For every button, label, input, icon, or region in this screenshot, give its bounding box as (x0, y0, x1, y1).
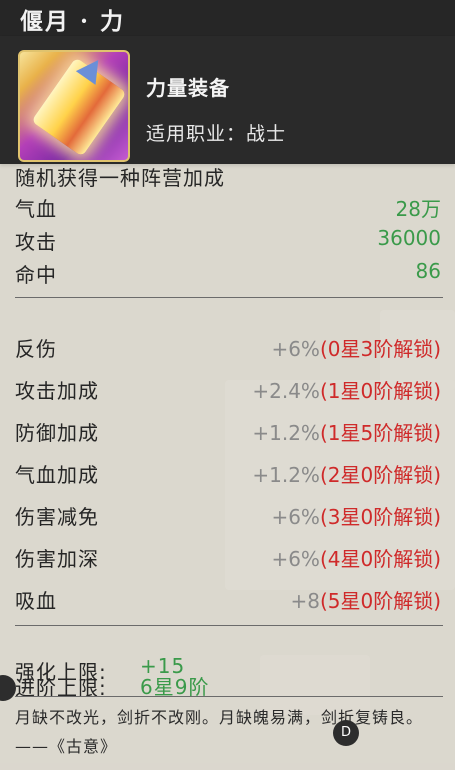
bonus-name: 伤害加深 (15, 547, 99, 571)
bonus-row: 气血加成 +1.2%(2星0阶解锁) (0, 459, 455, 493)
bonus-value: +2.4% (252, 379, 320, 403)
bonus-name: 反伤 (15, 337, 57, 361)
bonus-row: 伤害加深 +6%(4星0阶解锁) (0, 543, 455, 577)
stat-hit-value: 86 (415, 259, 441, 283)
item-detail-screen: 偃月 · 力 力量装备 适用职业：战士 随机获得一种阵营加成 气血 28万 攻击… (0, 0, 455, 770)
bonus-row: 吸血 +8(5星0阶解锁) (0, 585, 455, 619)
equipment-icon (18, 50, 130, 162)
bonus-value: +1.2% (252, 421, 320, 445)
bonus-value: +6% (271, 547, 320, 571)
title-bar: 偃月 · 力 (0, 0, 455, 36)
bonus-row: 防御加成 +1.2%(1星5阶解锁) (0, 417, 455, 451)
bonus-unlock: (4星0阶解锁) (319, 547, 441, 571)
divider (15, 696, 443, 697)
item-header: 力量装备 适用职业：战士 (0, 36, 455, 164)
bonus-name: 气血加成 (15, 463, 99, 487)
bonus-name: 伤害减免 (15, 505, 99, 529)
bonus-row: 攻击加成 +2.4%(1星0阶解锁) (0, 375, 455, 409)
divider (15, 625, 443, 626)
item-class: 适用职业：战士 (146, 123, 287, 145)
stat-hit-label: 命中 (15, 263, 57, 287)
bonus-name: 攻击加成 (15, 379, 99, 403)
bonus-row: 伤害减免 +6%(3星0阶解锁) (0, 501, 455, 535)
stat-attack-value: 36000 (377, 226, 441, 250)
item-title: 偃月 · 力 (20, 8, 126, 35)
bonus-unlock: (1星0阶解锁) (319, 379, 441, 403)
bonus-value: +6% (271, 505, 320, 529)
bonus-unlock: (2星0阶解锁) (319, 463, 441, 487)
divider (15, 297, 443, 298)
floating-d-button[interactable]: D (333, 720, 359, 746)
bonus-value: +6% (271, 337, 320, 361)
stat-hp-label: 气血 (15, 197, 57, 221)
item-name: 力量装备 (146, 76, 230, 100)
bonus-unlock: (5星0阶解锁) (319, 589, 441, 613)
stat-attack-label: 攻击 (15, 230, 57, 254)
item-motto: 月缺不改光，剑折不改刚。月缺魄易满，剑折复铸良。——《古意》 (15, 708, 424, 756)
bonus-unlock: (1星5阶解锁) (319, 421, 441, 445)
bonus-value: +1.2% (252, 463, 320, 487)
bonus-name: 吸血 (15, 589, 57, 613)
bonus-row: 反伤 +6%(0星3阶解锁) (0, 333, 455, 367)
bonus-value: +8 (290, 589, 320, 613)
stat-hp-value: 28万 (395, 197, 441, 221)
bonus-unlock: (0星3阶解锁) (319, 337, 441, 361)
bonus-unlock: (3星0阶解锁) (319, 505, 441, 529)
bonus-name: 防御加成 (15, 421, 99, 445)
